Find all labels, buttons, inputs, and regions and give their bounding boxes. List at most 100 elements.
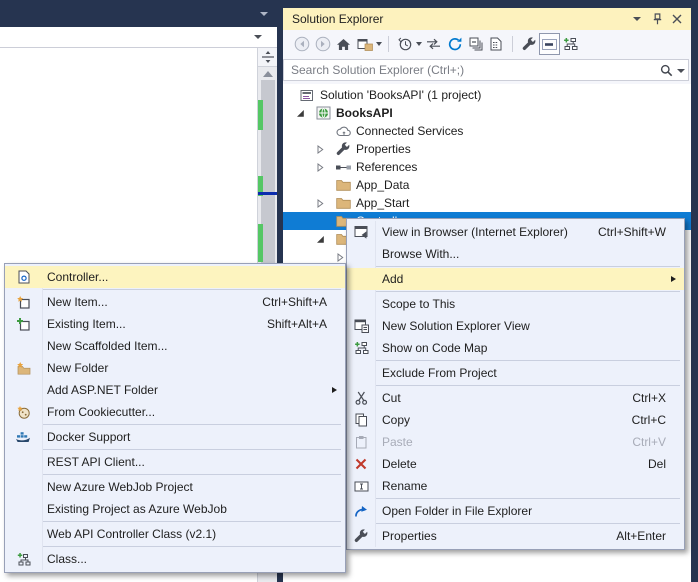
tree-item-label: Solution 'BooksAPI' (1 project) bbox=[320, 86, 481, 104]
dropdown-caret-icon[interactable] bbox=[254, 35, 262, 39]
search-input[interactable] bbox=[283, 59, 689, 81]
tree-item-booksapi[interactable]: BooksAPI bbox=[283, 104, 691, 122]
menu-item-label: Open Folder in File Explorer bbox=[375, 504, 532, 518]
menu-item-web-api-controller-class-v2-1[interactable]: Web API Controller Class (v2.1) bbox=[5, 523, 345, 545]
show-all-files-icon[interactable] bbox=[486, 33, 507, 55]
forward-icon[interactable] bbox=[312, 33, 333, 55]
open-folder-arrow-icon bbox=[347, 505, 375, 518]
menu-item-delete[interactable]: DeleteDel bbox=[347, 453, 684, 475]
wrench-icon bbox=[336, 140, 350, 158]
menu-item-copy[interactable]: CopyCtrl+C bbox=[347, 409, 684, 431]
menu-item-new-folder[interactable]: New Folder bbox=[5, 357, 345, 379]
new-code-map-icon[interactable] bbox=[560, 33, 581, 55]
menu-item-exclude-from-project[interactable]: Exclude From Project bbox=[347, 362, 684, 384]
tree-item-connected-services[interactable]: Connected Services bbox=[283, 122, 691, 140]
scroll-up-icon[interactable] bbox=[263, 71, 273, 77]
solution-icon bbox=[300, 86, 314, 104]
back-icon[interactable] bbox=[291, 33, 312, 55]
menu-separator bbox=[375, 498, 680, 499]
menu-item-label: Properties bbox=[375, 529, 437, 543]
menu-item-shortcut: Ctrl+Shift+W bbox=[598, 225, 684, 239]
menu-item-label: New Azure WebJob Project bbox=[42, 480, 193, 494]
search-icon[interactable] bbox=[660, 64, 673, 77]
menu-item-open-folder-in-file-explorer[interactable]: Open Folder in File Explorer bbox=[347, 500, 684, 522]
dropdown-caret-icon[interactable] bbox=[415, 42, 423, 46]
split-handle-icon[interactable] bbox=[258, 48, 277, 67]
menu-separator bbox=[375, 266, 680, 267]
dropdown-caret-icon[interactable] bbox=[260, 12, 268, 16]
menu-item-label: View in Browser (Internet Explorer) bbox=[375, 225, 568, 239]
tree-item-app-start[interactable]: App_Start bbox=[283, 194, 691, 212]
chevron-collapsed-icon[interactable] bbox=[316, 194, 325, 212]
menu-item-new-solution-explorer-view[interactable]: New Solution Explorer View bbox=[347, 315, 684, 337]
code-map-icon bbox=[347, 341, 375, 355]
tree-item-label: References bbox=[356, 158, 417, 176]
menu-item-rename[interactable]: Rename bbox=[347, 475, 684, 497]
menu-item-controller[interactable]: Controller... bbox=[5, 266, 345, 288]
menu-item-docker-support[interactable]: Docker Support bbox=[5, 426, 345, 448]
menu-item-label: Scope to This bbox=[375, 297, 455, 311]
pending-changes-filter-icon[interactable] bbox=[394, 33, 415, 55]
preview-selected-items-icon[interactable] bbox=[539, 33, 560, 55]
switch-views-icon[interactable] bbox=[354, 33, 375, 55]
menu-item-cut[interactable]: CutCtrl+X bbox=[347, 387, 684, 409]
tree-item-label: Properties bbox=[356, 140, 411, 158]
menu-item-new-scaffolded-item[interactable]: New Scaffolded Item... bbox=[5, 335, 345, 357]
scissors-icon bbox=[347, 391, 375, 405]
menu-item-label: Existing Project as Azure WebJob bbox=[42, 502, 227, 516]
shell-border-right bbox=[691, 0, 698, 582]
properties-wrench-icon[interactable] bbox=[518, 33, 539, 55]
tree-item-app-data[interactable]: App_Data bbox=[283, 176, 691, 194]
tree-item-solution-booksapi-1-project[interactable]: Solution 'BooksAPI' (1 project) bbox=[283, 86, 691, 104]
chevron-expanded-icon[interactable] bbox=[296, 104, 305, 122]
chevron-collapsed-icon[interactable] bbox=[316, 158, 325, 176]
editor-navigation-bar[interactable] bbox=[0, 27, 277, 48]
menu-item-new-azure-webjob-project[interactable]: New Azure WebJob Project bbox=[5, 476, 345, 498]
folder-icon bbox=[336, 176, 351, 194]
window-position-caret-icon[interactable] bbox=[629, 11, 645, 27]
menu-item-show-on-code-map[interactable]: Show on Code Map bbox=[347, 337, 684, 359]
menu-item-rest-api-client[interactable]: REST API Client... bbox=[5, 451, 345, 473]
menu-item-class[interactable]: Class... bbox=[5, 548, 345, 570]
view-in-browser-icon bbox=[347, 225, 375, 239]
aspnet-project-icon bbox=[316, 104, 331, 122]
menu-item-label: Controller... bbox=[42, 270, 108, 284]
scrollbar-thumb[interactable] bbox=[261, 80, 275, 265]
menu-item-existing-project-as-azure-webjob[interactable]: Existing Project as Azure WebJob bbox=[5, 498, 345, 520]
menu-item-add-asp-net-folder[interactable]: Add ASP.NET Folder bbox=[5, 379, 345, 401]
menu-item-label: Existing Item... bbox=[42, 317, 126, 331]
close-icon[interactable] bbox=[669, 11, 685, 27]
menu-item-browse-with[interactable]: Browse With... bbox=[347, 243, 684, 265]
sync-with-active-document-icon[interactable] bbox=[423, 33, 444, 55]
tree-item-properties[interactable]: Properties bbox=[283, 140, 691, 158]
editor-tab-bar bbox=[0, 0, 283, 27]
dropdown-caret-icon[interactable] bbox=[677, 69, 685, 73]
menu-item-properties[interactable]: PropertiesAlt+Enter bbox=[347, 525, 684, 547]
paste-icon bbox=[347, 435, 375, 449]
chevron-collapsed-icon[interactable] bbox=[316, 140, 325, 158]
dropdown-caret-icon[interactable] bbox=[375, 42, 383, 46]
menu-item-existing-item[interactable]: Existing Item...Shift+Alt+A bbox=[5, 313, 345, 335]
menu-item-new-item[interactable]: New Item...Ctrl+Shift+A bbox=[5, 291, 345, 313]
pin-icon[interactable] bbox=[649, 11, 665, 27]
menu-item-view-in-browser-internet-explorer[interactable]: View in Browser (Internet Explorer) Ctrl+… bbox=[347, 221, 684, 243]
menu-item-label: REST API Client... bbox=[42, 455, 145, 469]
tree-item-label: Connected Services bbox=[356, 122, 463, 140]
menu-item-from-cookiecutter[interactable]: From Cookiecutter... bbox=[5, 401, 345, 423]
menu-separator bbox=[375, 360, 680, 361]
context-menu: View in Browser (Internet Explorer) Ctrl+… bbox=[346, 218, 685, 550]
menu-item-shortcut: Del bbox=[648, 457, 684, 471]
refresh-icon[interactable] bbox=[444, 33, 465, 55]
solution-explorer-titlebar[interactable]: Solution Explorer bbox=[283, 8, 691, 30]
cookiecutter-icon bbox=[5, 406, 42, 419]
chevron-expanded-icon[interactable] bbox=[316, 230, 325, 248]
home-icon[interactable] bbox=[333, 33, 354, 55]
collapse-all-icon[interactable] bbox=[465, 33, 486, 55]
menu-item-add[interactable]: Add bbox=[347, 268, 684, 290]
menu-item-label: Cut bbox=[375, 391, 401, 405]
existing-item-icon bbox=[5, 318, 42, 331]
tree-item-references[interactable]: References bbox=[283, 158, 691, 176]
menu-item-label: Show on Code Map bbox=[375, 341, 487, 355]
new-solution-explorer-view-icon bbox=[347, 319, 375, 333]
menu-item-scope-to-this[interactable]: Scope to This bbox=[347, 293, 684, 315]
